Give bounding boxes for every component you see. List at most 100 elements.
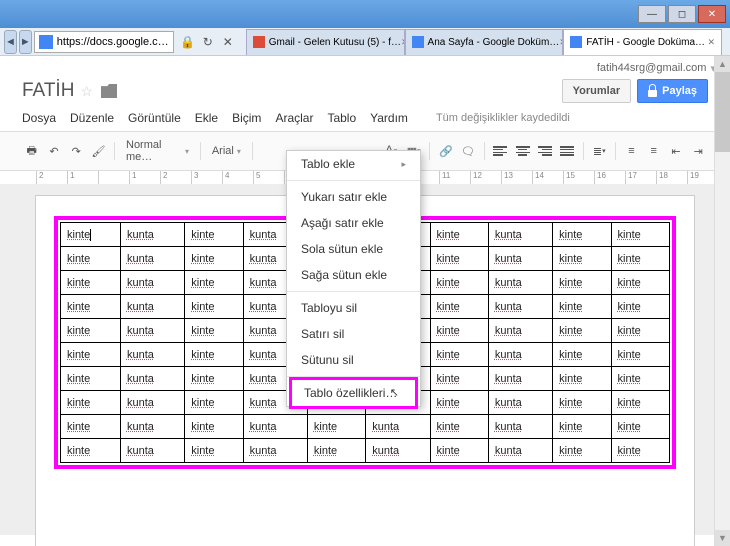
menu-düzenle[interactable]: Düzenle [70,111,114,125]
table-cell[interactable]: kunta [120,223,184,247]
indent-icon[interactable]: ⇥ [689,139,708,163]
menu-biçim[interactable]: Biçim [232,111,261,125]
table-cell[interactable]: kunta [120,271,184,295]
table-cell[interactable]: kinte [611,223,669,247]
table-cell[interactable]: kinte [185,415,243,439]
menu-item[interactable]: Satırı sil [287,321,420,347]
redo-icon[interactable]: ↷ [67,139,86,163]
menu-item[interactable]: Tabloyu sil [287,295,420,321]
table-cell[interactable]: kinte [307,439,365,463]
table-cell[interactable]: kunta [120,343,184,367]
scroll-up-icon[interactable]: ▲ [715,56,730,72]
address-bar[interactable]: https://docs.google.c… [34,31,174,53]
home-icon[interactable]: ⌂ [726,31,730,53]
table-cell[interactable]: kinte [185,271,243,295]
menu-görüntüle[interactable]: Görüntüle [128,111,181,125]
table-cell[interactable]: kinte [430,343,488,367]
table-cell[interactable]: kinte [553,295,611,319]
table-cell[interactable]: kinte [61,391,121,415]
table-cell[interactable]: kinte [553,223,611,247]
paint-format-icon[interactable]: 🖌 [89,139,108,163]
table-cell[interactable]: kinte [553,439,611,463]
browser-tab[interactable]: Gmail - Gelen Kutusu (5) - f…✕ [246,29,405,55]
link-icon[interactable]: 🔗 [436,139,455,163]
table-cell[interactable]: kunta [488,367,552,391]
forward-button[interactable]: ► [19,30,32,54]
table-cell[interactable]: kinte [553,319,611,343]
table-cell[interactable]: kinte [553,343,611,367]
table-cell[interactable]: kinte [611,343,669,367]
table-cell[interactable]: kunta [488,415,552,439]
table-cell[interactable]: kunta [120,439,184,463]
menu-tablo[interactable]: Tablo [327,111,356,125]
table-cell[interactable]: kinte [307,415,365,439]
menu-ekle[interactable]: Ekle [195,111,218,125]
bulleted-list-icon[interactable]: ≡ [644,139,663,163]
table-cell[interactable]: kunta [488,247,552,271]
scroll-thumb[interactable] [715,72,730,152]
table-cell[interactable]: kinte [553,415,611,439]
table-cell[interactable]: kinte [611,295,669,319]
back-button[interactable]: ◄ [4,30,17,54]
menu-item-table-properties[interactable]: Tablo özellikleri…↖ [289,377,418,409]
table-cell[interactable]: kunta [488,439,552,463]
table-cell[interactable]: kinte [61,343,121,367]
table-cell[interactable]: kinte [61,271,121,295]
table-cell[interactable]: kinte [553,391,611,415]
menu-araçlar[interactable]: Araçlar [275,111,313,125]
table-cell[interactable]: kunta [366,439,430,463]
comments-button[interactable]: Yorumlar [562,79,631,103]
table-cell[interactable]: kunta [243,439,307,463]
table-cell[interactable]: kunta [488,391,552,415]
minimize-button[interactable]: — [638,5,666,23]
menu-item[interactable]: Yukarı satır ekle [287,184,420,210]
table-cell[interactable]: kunta [488,271,552,295]
user-email[interactable]: fatih44srg@gmail.com [597,62,707,75]
table-cell[interactable]: kinte [430,295,488,319]
print-icon[interactable]: 🖶 [22,139,41,163]
table-cell[interactable]: kinte [611,439,669,463]
table-cell[interactable]: kinte [185,367,243,391]
table-cell[interactable]: kinte [553,271,611,295]
menu-item[interactable]: Aşağı satır ekle [287,210,420,236]
table-cell[interactable]: kinte [185,223,243,247]
undo-icon[interactable]: ↶ [44,139,63,163]
browser-tab[interactable]: FATİH - Google Doküma…✕ [563,29,722,55]
align-justify-icon[interactable] [557,139,576,163]
table-cell[interactable]: kinte [61,367,121,391]
table-cell[interactable]: kinte [553,247,611,271]
table-cell[interactable]: kinte [185,391,243,415]
table-cell[interactable]: kinte [185,295,243,319]
table-cell[interactable]: kunta [488,223,552,247]
table-cell[interactable]: kunta [488,319,552,343]
table-cell[interactable]: kinte [430,391,488,415]
share-button[interactable]: Paylaş [637,79,708,103]
table-cell[interactable]: kinte [430,439,488,463]
table-cell[interactable]: kinte [430,271,488,295]
menu-item[interactable]: Tablo ekle [287,151,420,177]
stop-icon[interactable]: ✕ [218,32,238,52]
font-select[interactable]: Arial [207,142,246,160]
folder-icon[interactable] [101,84,117,98]
table-cell[interactable]: kinte [61,223,121,247]
vertical-scrollbar[interactable]: ▲ ▼ [714,56,730,546]
table-cell[interactable]: kunta [120,415,184,439]
menu-dosya[interactable]: Dosya [22,111,56,125]
style-select[interactable]: Normal me… [121,136,194,166]
table-cell[interactable]: kunta [243,415,307,439]
table-cell[interactable]: kinte [611,415,669,439]
menu-item[interactable]: Sola sütun ekle [287,236,420,262]
table-cell[interactable]: kinte [553,367,611,391]
scroll-down-icon[interactable]: ▼ [715,530,730,546]
table-cell[interactable]: kinte [61,415,121,439]
menu-yardım[interactable]: Yardım [370,111,408,125]
align-left-icon[interactable] [491,139,510,163]
table-cell[interactable]: kinte [430,367,488,391]
table-cell[interactable]: kinte [611,247,669,271]
comment-icon[interactable]: 🗨 [458,139,477,163]
refresh-icon[interactable]: ↻ [198,32,218,52]
table-cell[interactable]: kinte [61,319,121,343]
table-cell[interactable]: kunta [488,295,552,319]
menu-item[interactable]: Sağa sütun ekle [287,262,420,288]
outdent-icon[interactable]: ⇤ [666,139,685,163]
